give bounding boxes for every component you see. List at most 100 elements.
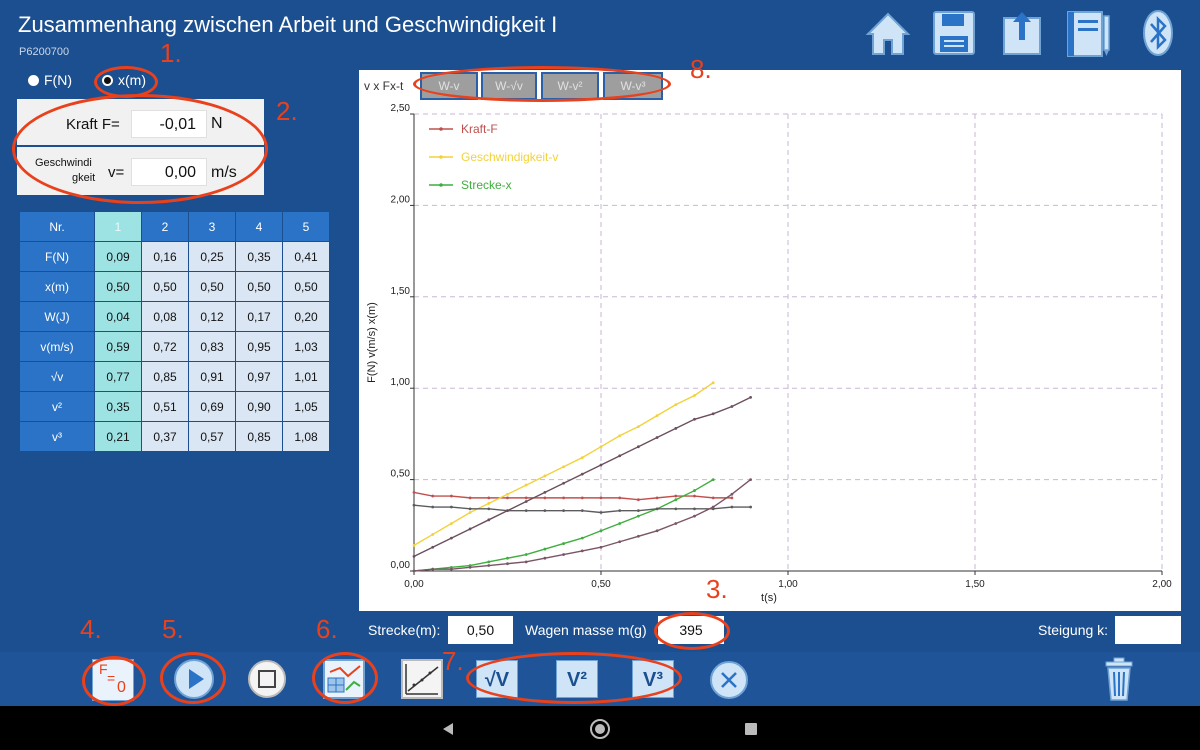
table-cell[interactable]: 0,72 — [141, 331, 189, 362]
data-point — [693, 514, 696, 518]
chart-panel: v x Fx-t W-v W-√v W-v² W-v³ 0,00 0,50 1,00… — [359, 70, 1181, 611]
radio-force[interactable]: F(N) — [28, 72, 72, 88]
series-line — [413, 382, 714, 547]
back-icon[interactable] — [441, 722, 455, 736]
table-cell[interactable]: 0,95 — [235, 331, 283, 362]
table-cell[interactable]: 0,16 — [141, 241, 189, 272]
table-cell[interactable]: 0,85 — [141, 361, 189, 392]
table-cell[interactable]: 0,85 — [235, 421, 283, 452]
table-cell[interactable]: 1,01 — [282, 361, 330, 392]
table-cell[interactable]: 0,91 — [188, 361, 236, 392]
distance-input[interactable]: 0,50 — [448, 616, 513, 644]
linear-fit-button[interactable] — [400, 658, 444, 700]
delete-button[interactable] — [1102, 656, 1136, 702]
data-point — [487, 501, 491, 505]
legend-label: Kraft-F — [461, 122, 498, 136]
page-title: Zusammenhang zwischen Arbeit und Geschwi… — [18, 12, 558, 37]
close-button[interactable] — [708, 659, 750, 701]
table-cell[interactable]: 0,50 — [235, 271, 283, 302]
data-point — [693, 489, 696, 492]
save-icon[interactable] — [930, 8, 978, 58]
table-header-row: Nr. 1 2 3 4 5 — [19, 211, 330, 242]
table-cell[interactable]: 0,97 — [235, 361, 283, 392]
system-nav-bar — [0, 706, 1200, 750]
x-tick-label: 2,00 — [1152, 579, 1172, 590]
table-cell[interactable]: 0,35 — [235, 241, 283, 272]
annotation-label: 7. — [442, 646, 464, 676]
table-cell[interactable]: 0,20 — [282, 301, 330, 332]
home-nav-icon[interactable] — [589, 718, 611, 740]
table-column-header[interactable]: 1 — [94, 211, 142, 242]
stop-button[interactable] — [246, 658, 288, 700]
table-cell[interactable]: 0,35 — [94, 391, 142, 422]
table-cell[interactable]: 0,77 — [94, 361, 142, 392]
data-point — [543, 547, 547, 551]
table-column-header[interactable]: 4 — [235, 211, 283, 242]
recents-icon[interactable] — [744, 722, 758, 736]
bluetooth-icon[interactable] — [1134, 8, 1182, 58]
table-cell[interactable]: 0,08 — [141, 301, 189, 332]
data-point — [674, 522, 678, 525]
table-cell[interactable]: 0,51 — [141, 391, 189, 422]
table-cell[interactable]: 0,90 — [235, 391, 283, 422]
data-point — [599, 463, 603, 467]
data-point — [468, 511, 472, 514]
series-line — [413, 396, 751, 558]
table-cell[interactable]: 0,50 — [94, 271, 142, 302]
data-point — [637, 509, 640, 513]
data-point — [580, 536, 584, 540]
data-point — [524, 496, 528, 500]
data-point — [543, 496, 547, 500]
data-point — [693, 507, 696, 511]
annotation-ring — [654, 612, 730, 650]
table-row-label: F(N) — [19, 241, 95, 272]
table-row-label: √v — [19, 361, 95, 392]
data-point — [580, 456, 584, 460]
table-cell[interactable]: 0,09 — [94, 241, 142, 272]
table-cell[interactable]: 0,04 — [94, 301, 142, 332]
data-point — [468, 507, 472, 511]
data-point — [543, 556, 547, 560]
data-point — [412, 554, 416, 558]
data-point — [487, 564, 491, 567]
table-cell[interactable]: 0,50 — [141, 271, 189, 302]
table-cell[interactable]: 0,37 — [141, 421, 189, 452]
data-point — [562, 496, 565, 500]
table-cell[interactable]: 0,57 — [188, 421, 236, 452]
table-cell[interactable]: 1,03 — [282, 331, 330, 362]
table-cell[interactable]: 0,25 — [188, 241, 236, 272]
table-column-header[interactable]: 2 — [141, 211, 189, 242]
table-cell[interactable]: 1,05 — [282, 391, 330, 422]
data-point — [468, 527, 472, 531]
data-point — [450, 522, 453, 525]
home-icon[interactable] — [864, 8, 912, 58]
table-row: v² 0,35 0,51 0,69 0,90 1,05 — [19, 391, 330, 422]
table-cell[interactable]: 1,08 — [282, 421, 330, 452]
table-cell[interactable]: 0,59 — [94, 331, 142, 362]
share-icon[interactable] — [998, 8, 1046, 58]
data-point — [543, 490, 547, 494]
table-cell[interactable]: 0,50 — [188, 271, 236, 302]
y-tick-label: 2,50 — [391, 103, 411, 114]
table-cell[interactable]: 0,12 — [188, 301, 236, 332]
data-point — [562, 509, 565, 513]
notebook-icon[interactable] — [1064, 8, 1112, 58]
table-cell[interactable]: 0,17 — [235, 301, 283, 332]
table-cell[interactable]: 0,21 — [94, 421, 142, 452]
table-row-label: x(m) — [19, 271, 95, 302]
annotation-label: 2. — [276, 96, 298, 126]
data-point — [580, 496, 584, 500]
data-point — [749, 395, 752, 399]
table-column-header[interactable]: 5 — [282, 211, 330, 242]
y-tick-label: 1,00 — [391, 377, 411, 388]
table-column-header[interactable]: 3 — [188, 211, 236, 242]
data-point — [412, 569, 416, 573]
series-line — [413, 478, 714, 572]
table-cell[interactable]: 0,69 — [188, 391, 236, 422]
data-point — [450, 567, 453, 571]
data-point — [730, 496, 734, 500]
table-cell[interactable]: 0,41 — [282, 241, 330, 272]
table-cell[interactable]: 0,83 — [188, 331, 236, 362]
table-cell[interactable]: 0,50 — [282, 271, 330, 302]
data-point — [618, 434, 622, 438]
